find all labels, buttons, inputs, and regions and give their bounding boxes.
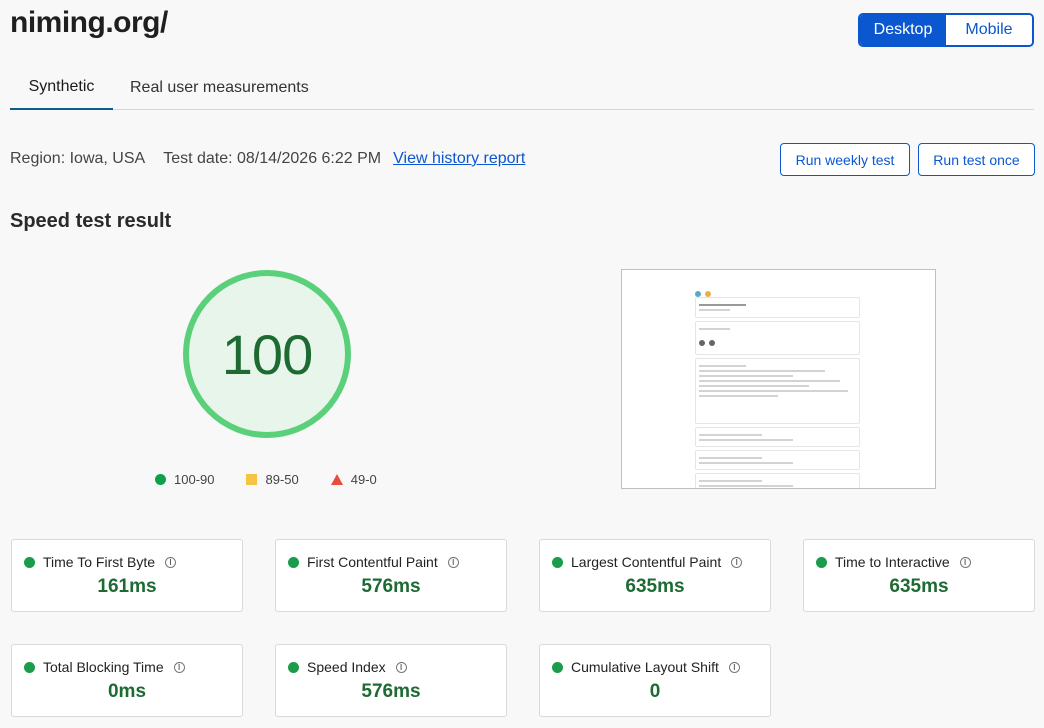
page-screenshot-thumbnail [621,269,936,489]
metric-card-tbt: Total Blocking Time i 0ms [11,644,243,717]
legend-label: 89-50 [265,472,299,487]
legend-item-average: 89-50 [246,472,299,487]
legend-item-good: 100-90 [155,472,214,487]
metric-card-tti: Time to Interactive i 635ms [803,539,1035,612]
status-dot-icon [552,556,563,568]
status-dot-icon [552,661,563,673]
test-meta: Region: Iowa, USA Test date: 08/14/2026 … [10,150,525,168]
speed-test-result-heading: Speed test result [10,210,172,232]
info-icon[interactable]: i [728,661,740,673]
yellow-square-icon [246,474,258,485]
device-toggle[interactable]: Desktop Mobile [858,13,1034,47]
info-icon[interactable]: i [959,556,971,568]
info-icon[interactable]: i [447,556,459,568]
page-title: niming.org/ [10,6,168,39]
info-icon[interactable]: i [165,556,177,568]
tab-real-user-measurements[interactable]: Real user measurements [130,66,309,110]
info-icon[interactable]: i [731,556,743,568]
score-value: 100 [221,322,313,386]
status-dot-icon [816,556,827,568]
metric-card-fcp: First Contentful Paint i 576ms [275,539,507,612]
metric-value: 0 [649,681,661,702]
metric-label: Speed Index [307,659,386,675]
desktop-toggle-button[interactable]: Desktop [860,15,946,45]
legend-label: 49-0 [350,472,377,487]
metric-value: 161ms [97,576,157,597]
metric-value: 635ms [889,576,949,597]
metric-card-lcp: Largest Contentful Paint i 635ms [539,539,771,612]
view-history-link[interactable]: View history report [393,150,525,168]
metric-value: 576ms [361,681,421,702]
region-text: Region: Iowa, USA [10,150,146,167]
metric-card-speed-index: Speed Index i 576ms [275,644,507,717]
green-circle-icon [155,474,166,485]
run-weekly-test-button[interactable]: Run weekly test [780,143,910,176]
metric-label: Largest Contentful Paint [571,554,722,570]
metric-card-ttfb: Time To First Byte i 161ms [11,539,243,612]
metric-card-cls: Cumulative Layout Shift i 0 [539,644,771,717]
info-icon[interactable]: i [395,661,407,673]
metric-label: Cumulative Layout Shift [571,659,719,675]
score-gauge: 100 [183,270,351,438]
status-dot-icon [24,661,35,673]
test-date-text: Test date: 08/14/2026 6:22 PM [163,150,382,167]
tab-synthetic[interactable]: Synthetic [10,66,113,110]
legend-label: 100-90 [174,472,215,487]
metric-value: 635ms [625,576,685,597]
metric-label: Time To First Byte [43,554,156,570]
status-dot-icon [24,556,35,568]
status-dot-icon [288,556,299,568]
metric-value: 576ms [361,576,421,597]
run-test-once-button[interactable]: Run test once [918,143,1035,176]
tab-bar: Synthetic Real user measurements [10,66,1034,110]
metric-label: Total Blocking Time [43,659,164,675]
score-legend: 100-90 89-50 49-0 [155,472,377,487]
mobile-toggle-button[interactable]: Mobile [946,15,1032,45]
metric-value: 0ms [107,681,147,702]
legend-item-poor: 49-0 [330,472,377,487]
metric-label: Time to Interactive [835,554,950,570]
metric-label: First Contentful Paint [307,554,438,570]
red-triangle-icon [330,474,343,485]
info-icon[interactable]: i [173,661,185,673]
status-dot-icon [288,661,299,673]
